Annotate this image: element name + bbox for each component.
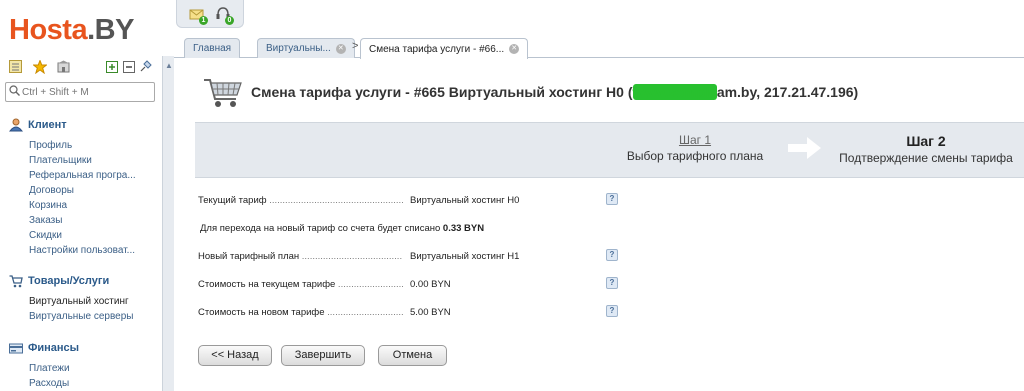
row-new-tariff: Новый тарифный план Виртуальный хостинг … [198, 249, 628, 265]
sidebar-item-payers[interactable]: Плательщики [29, 153, 136, 168]
row-current-cost: Стоимость на текущем тарифе 0.00 BYN ? [198, 277, 628, 293]
sidebar-item-expenses[interactable]: Расходы [29, 376, 79, 391]
collapse-sidebar-icon[interactable]: ▲ [165, 61, 173, 70]
tab-separator-icon: > [352, 40, 359, 52]
wizard-steps: Шаг 1 Выбор тарифного плана Шаг 2 Подтве… [195, 122, 1024, 178]
debit-note: Для перехода на новый тариф со счета буд… [200, 223, 485, 234]
help-icon[interactable]: ? [606, 193, 618, 205]
sidebar-item-referral[interactable]: Реферальная програ... [29, 168, 136, 183]
list-view-icon[interactable] [8, 59, 23, 74]
sidebar-item-basket[interactable]: Корзина [29, 198, 136, 213]
collapse-all-icon[interactable] [121, 59, 136, 74]
cancel-button[interactable]: Отмена [378, 345, 447, 366]
help-icon[interactable]: ? [606, 277, 618, 289]
star-icon[interactable] [32, 59, 47, 74]
help-icon[interactable]: ? [606, 249, 618, 261]
pin-icon[interactable] [138, 59, 153, 74]
back-button[interactable]: << Назад [198, 345, 272, 366]
sidebar-group-products: Товары/Услуги Виртуальный хостинг Виртуа… [9, 273, 133, 324]
cart-icon [9, 274, 23, 288]
expand-all-icon[interactable] [104, 59, 119, 74]
sidebar-item-payments[interactable]: Платежи [29, 361, 79, 376]
sidebar-item-user-settings[interactable]: Настройки пользоват... [29, 243, 136, 258]
close-tab-icon[interactable]: ✕ [335, 43, 346, 54]
finance-icon [9, 341, 23, 355]
tab-change-tariff[interactable]: Смена тарифа услуги - #66... ✕ [360, 38, 529, 59]
search-icon [6, 85, 22, 99]
sidebar-item-orders[interactable]: Заказы [29, 213, 136, 228]
shopping-cart-icon [204, 79, 242, 107]
sidebar: Hosta.BY Клиент [0, 0, 162, 391]
search-input[interactable] [22, 86, 150, 98]
tab-bar: Главная Виртуальны... ✕ Смена тарифа услу… [174, 36, 1024, 59]
sidebar-group-header[interactable]: Клиент [9, 117, 136, 133]
page-title: Смена тарифа услуги - #665 Виртуальный х… [251, 84, 859, 100]
row-new-cost: Стоимость на новом тарифе 5.00 BYN ? [198, 305, 628, 321]
sidebar-group-header[interactable]: Товары/Услуги [9, 273, 133, 289]
sidebar-group-finance: Финансы Платежи Расходы [9, 340, 79, 391]
tab-home[interactable]: Главная [184, 38, 241, 58]
redacted-domain: www.sample [632, 84, 717, 100]
sidebar-item-contracts[interactable]: Договоры [29, 183, 136, 198]
row-current-tariff: Текущий тариф Виртуальный хостинг H0 ? [198, 193, 628, 209]
finish-button[interactable]: Завершить [281, 345, 365, 366]
wizard-step-1[interactable]: Шаг 1 Выбор тарифного плана [615, 133, 775, 163]
help-icon[interactable]: ? [606, 305, 618, 317]
support-icon[interactable]: 0 [214, 5, 234, 25]
arrow-right-icon [788, 137, 821, 159]
sidebar-splitter[interactable]: ▲ [162, 56, 174, 391]
sidebar-item-discounts[interactable]: Скидки [29, 228, 136, 243]
sidebar-group-client: Клиент Профиль Плательщики Реферальная п… [9, 117, 136, 258]
person-icon [9, 118, 23, 132]
sidebar-item-virtual-servers[interactable]: Виртуальные серверы [29, 309, 133, 324]
wizard-step-2: Шаг 2 Подтверждение смены тарифа [839, 133, 1013, 165]
logo[interactable]: Hosta.BY [9, 14, 134, 47]
building-icon[interactable] [56, 59, 71, 74]
close-tab-icon[interactable]: ✕ [509, 44, 520, 54]
sidebar-group-header[interactable]: Финансы [9, 340, 79, 356]
sidebar-toolbar [8, 59, 158, 75]
sidebar-search[interactable] [5, 82, 155, 102]
page-header: Смена тарифа услуги - #665 Виртуальный х… [203, 72, 858, 112]
sidebar-item-profile[interactable]: Профиль [29, 138, 136, 153]
tab-virtual-hosting[interactable]: Виртуальны... ✕ [257, 38, 355, 58]
sidebar-item-virtual-hosting[interactable]: Виртуальный хостинг [29, 294, 133, 309]
notifications-icon[interactable]: 1 [188, 5, 208, 25]
top-toolbar: 1 0 [176, 0, 244, 28]
